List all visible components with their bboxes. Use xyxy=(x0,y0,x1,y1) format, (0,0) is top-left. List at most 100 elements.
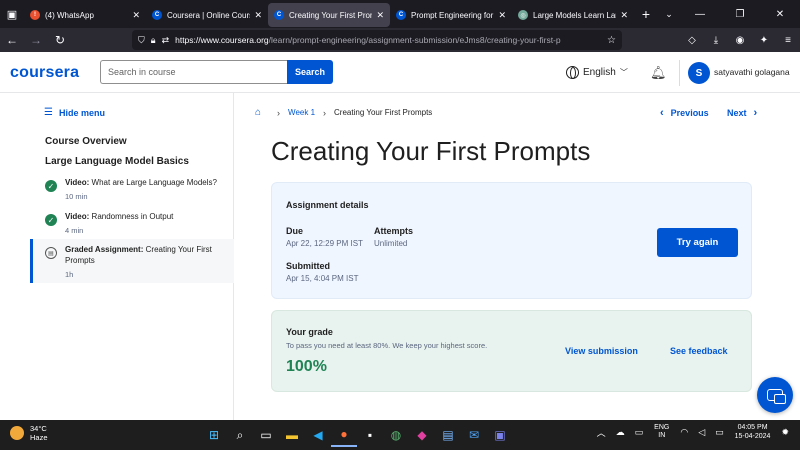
module-title[interactable]: Large Language Model Basics xyxy=(45,156,189,167)
site-header: coursera Search English ﹀ 🔔︎ S satyavath… xyxy=(0,52,800,93)
chevron-right-icon: › xyxy=(753,107,758,119)
next-button[interactable]: Next › xyxy=(727,107,757,119)
assignment-details-heading: Assignment details xyxy=(286,200,369,210)
previous-button[interactable]: ‹ Previous xyxy=(660,107,709,119)
user-name[interactable]: satyavathi golagana xyxy=(714,67,790,77)
graded-assignment-icon: ▤ xyxy=(45,247,57,259)
sidebar-item-video-2[interactable]: ✓ Video: Randomness in Output 4 min xyxy=(30,211,234,241)
toolbar-right: ◇ ⤓ ◉ ✦ ≡ xyxy=(680,28,800,52)
due-label: Due xyxy=(286,226,304,236)
tab-title: Prompt Engineering for C xyxy=(411,10,495,20)
task-view-icon[interactable]: ▭ xyxy=(253,423,279,447)
app-menu-icon[interactable]: ≡ xyxy=(776,35,800,46)
next-label: Next xyxy=(727,108,747,118)
onedrive-icon[interactable]: ▭ xyxy=(635,427,644,438)
list-all-tabs-icon[interactable]: ⌄ xyxy=(658,9,680,20)
notifications-icon[interactable]: ✹ xyxy=(781,427,789,438)
chat-support-button[interactable] xyxy=(757,377,793,413)
terminal-icon[interactable]: ▪ xyxy=(357,423,383,447)
hide-menu-button[interactable]: ☰ Hide menu xyxy=(44,107,105,118)
account-icon[interactable]: ◉ xyxy=(728,35,752,46)
vscode-icon[interactable]: ◀ xyxy=(305,423,331,447)
url-text[interactable]: https://www.coursera.org/learn/prompt-en… xyxy=(175,35,607,45)
pocket-icon[interactable]: ◇ xyxy=(680,35,704,46)
forward-icon[interactable]: → xyxy=(24,33,48,47)
tab-favicon-icon: C xyxy=(396,10,406,20)
reload-icon[interactable]: ↻ xyxy=(48,33,72,47)
volume-icon[interactable]: ◁ xyxy=(698,427,705,438)
avatar[interactable]: S xyxy=(688,62,710,84)
permissions-icon[interactable]: ⇄ xyxy=(162,35,170,46)
wifi-icon[interactable]: ◠ xyxy=(680,427,688,438)
taskbar-apps: ⊞ ⌕ ▭ ▬ ◀ ● ▪ ◍ ◆ ▤ ✉ ▣ xyxy=(201,423,513,447)
breadcrumb: ⌂ › Week 1 › Creating Your First Prompts xyxy=(255,107,432,118)
sidebar-item-duration: 1h xyxy=(65,270,74,279)
attempts-value: Unlimited xyxy=(374,239,408,248)
search-icon[interactable]: ⌕ xyxy=(227,423,253,447)
sidebar-item-graded-assignment[interactable]: ▤ Graded Assignment: Creating Your First… xyxy=(30,239,234,283)
file-explorer-icon[interactable]: ▬ xyxy=(279,423,305,447)
try-again-button[interactable]: Try again xyxy=(657,228,738,257)
battery-icon[interactable]: ▭ xyxy=(715,427,724,438)
window-controls: — ❐ ✕ xyxy=(680,0,800,28)
sidebar-item-video-1[interactable]: ✓ Video: What are Large Language Models?… xyxy=(30,177,234,207)
language-label: English xyxy=(583,67,616,78)
home-icon[interactable]: ⌂ xyxy=(255,107,261,118)
tab-title: Large Models Learn Langu xyxy=(533,10,616,20)
tab-favicon-icon: ◎ xyxy=(518,10,528,20)
globe-icon xyxy=(566,66,579,79)
weather-temperature: 34°C xyxy=(30,424,47,433)
language-selector[interactable]: English ﹀ xyxy=(566,66,628,79)
show-hidden-icons-icon[interactable]: ︿ xyxy=(597,426,606,439)
see-feedback-link[interactable]: See feedback xyxy=(670,346,728,356)
grade-percentage: 100% xyxy=(286,358,327,375)
close-tab-icon[interactable]: ✕ xyxy=(132,10,140,21)
restore-icon[interactable]: ❐ xyxy=(720,9,760,20)
close-tab-icon[interactable]: ✕ xyxy=(620,10,628,21)
clock[interactable]: 04:05 PM 15-04-2024 xyxy=(735,423,771,441)
back-icon[interactable]: ← xyxy=(0,33,24,47)
search-button[interactable]: Search xyxy=(287,60,333,84)
minimize-icon[interactable]: — xyxy=(680,9,720,20)
mail-icon[interactable]: ✉ xyxy=(461,423,487,447)
breadcrumb-week[interactable]: Week 1 xyxy=(288,108,315,117)
search-input[interactable] xyxy=(100,60,288,84)
close-window-icon[interactable]: ✕ xyxy=(760,9,800,20)
main-content: ⌂ › Week 1 › Creating Your First Prompts… xyxy=(235,93,800,420)
grade-card: Your grade To pass you need at least 80%… xyxy=(271,310,752,392)
weather-widget[interactable]: 34°C Haze xyxy=(10,424,48,442)
completed-check-icon: ✓ xyxy=(45,180,57,192)
browser-tab[interactable]: C Creating Your First Prompts ✕ xyxy=(268,3,390,27)
extensions-icon[interactable]: ✦ xyxy=(752,35,776,46)
chrome-icon[interactable]: ◍ xyxy=(383,423,409,447)
coursera-logo[interactable]: coursera xyxy=(10,64,79,82)
shield-icon[interactable]: ⛉ xyxy=(138,35,145,46)
notepad-icon[interactable]: ▤ xyxy=(435,423,461,447)
browser-tab[interactable]: C Coursera | Online Courses ✕ xyxy=(146,3,268,27)
tab-manager-icon[interactable]: ▣ xyxy=(0,0,24,28)
browser-tab[interactable]: ! (4) WhatsApp ✕ xyxy=(24,3,146,27)
firefox-icon[interactable]: ● xyxy=(331,423,357,447)
windows-start-icon[interactable]: ⊞ xyxy=(201,423,227,447)
cloud-icon[interactable]: ☁ xyxy=(616,427,625,438)
close-tab-icon[interactable]: ✕ xyxy=(498,10,506,21)
input-language[interactable]: ENG IN xyxy=(654,424,669,440)
bookmark-star-icon[interactable]: ☆ xyxy=(607,35,616,46)
lock-icon[interactable]: 🔒︎ xyxy=(151,35,156,46)
weather-text: 34°C Haze xyxy=(30,424,48,442)
browser-tab[interactable]: ◎ Large Models Learn Langu ✕ xyxy=(512,3,634,27)
notification-bell-icon[interactable]: 🔔︎ xyxy=(650,65,667,81)
close-tab-icon[interactable]: ✕ xyxy=(254,10,262,21)
view-submission-link[interactable]: View submission xyxy=(565,346,638,356)
chevron-down-icon: ﹀ xyxy=(619,68,628,77)
app-drop-icon[interactable]: ◆ xyxy=(409,423,435,447)
new-tab-button[interactable]: + xyxy=(634,6,658,22)
browser-nav-bar: ← → ↻ ⛉ 🔒︎ ⇄ https://www.coursera.org/le… xyxy=(0,28,800,52)
close-tab-icon[interactable]: ✕ xyxy=(376,10,384,21)
downloads-icon[interactable]: ⤓ xyxy=(704,35,728,46)
browser-tab[interactable]: C Prompt Engineering for C ✕ xyxy=(390,3,512,27)
address-bar[interactable]: ⛉ 🔒︎ ⇄ https://www.coursera.org/learn/pr… xyxy=(132,30,622,50)
teams-icon[interactable]: ▣ xyxy=(487,423,513,447)
tab-favicon-icon: ! xyxy=(30,10,40,20)
course-overview-link[interactable]: Course Overview xyxy=(45,136,127,147)
